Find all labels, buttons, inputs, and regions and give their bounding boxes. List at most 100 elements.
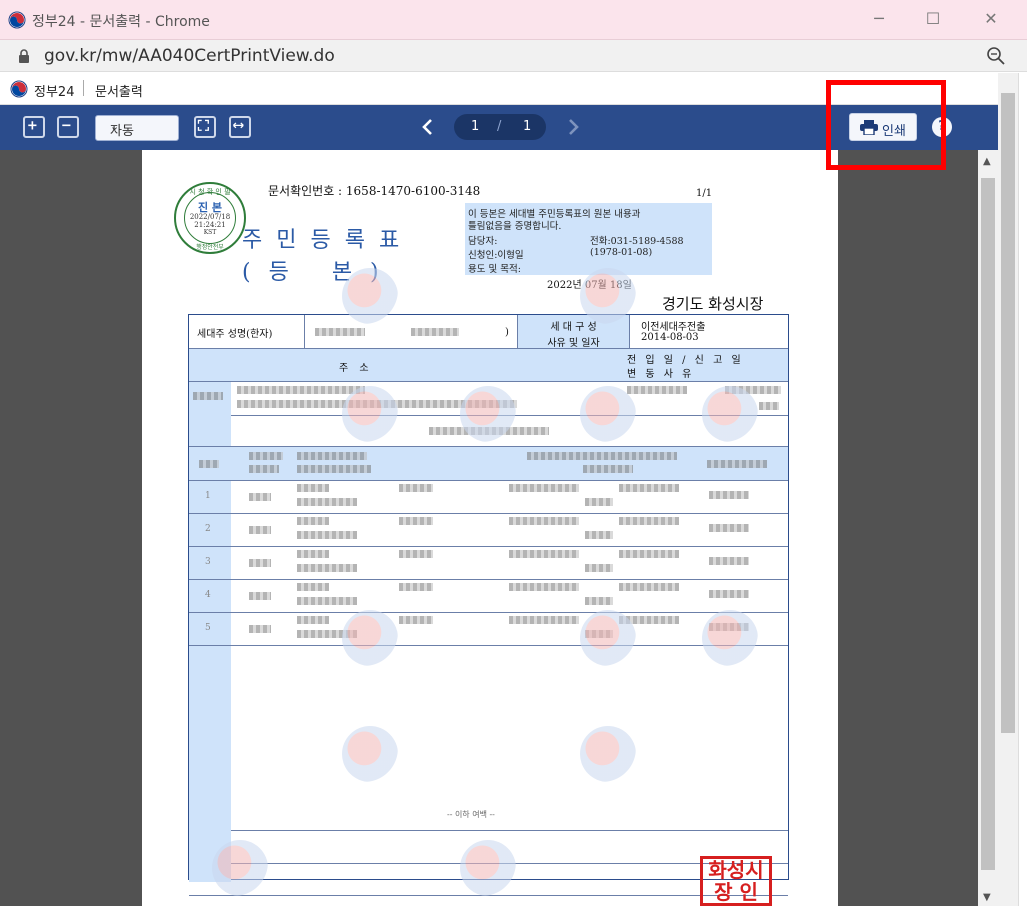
current-page[interactable]: 1	[471, 119, 479, 134]
change-reason-header: 변 동 사 유	[627, 369, 695, 380]
watermark-icon	[342, 726, 398, 782]
stamp-top-text: 시 청 확 인 필	[189, 188, 231, 196]
redacted-text	[399, 583, 433, 591]
contact-label: 담당자:	[468, 236, 498, 247]
watermark-icon	[580, 268, 636, 324]
redacted-text	[709, 590, 749, 598]
member-row-number: 1	[205, 491, 211, 501]
fit-page-icon[interactable]	[194, 116, 216, 138]
composition-date: 2014-08-03	[641, 332, 699, 343]
redacted-text	[619, 484, 679, 492]
browser-title-bar: 정부24 - 문서출력 - Chrome ─ ☐ ✕	[0, 0, 1027, 40]
page-scroll-thumb[interactable]	[1001, 93, 1015, 733]
householder-label: 세대주 성명(한자)	[189, 315, 305, 348]
redacted-text	[509, 484, 579, 492]
close-icon[interactable]: ✕	[980, 8, 1002, 30]
move-in-date-header: 전 입 일 / 신 고 일	[627, 355, 744, 366]
viewer-scroll-thumb[interactable]	[981, 178, 995, 870]
zoom-magnifier-icon[interactable]	[986, 46, 1006, 66]
redacted-text	[297, 550, 329, 558]
redacted-text	[297, 564, 357, 572]
gov24-logo-icon	[10, 80, 28, 98]
redacted-text	[399, 517, 433, 525]
row-divider	[189, 612, 788, 613]
scroll-down-arrow-icon[interactable]: ▼	[983, 892, 991, 903]
previous-page-icon[interactable]	[418, 115, 438, 139]
redacted-text	[249, 526, 271, 534]
row-divider	[189, 579, 788, 580]
member-row-number: 2	[205, 524, 211, 534]
page-count: 1/1	[696, 188, 713, 199]
redacted-text	[399, 484, 433, 492]
member-row-number: 5	[205, 623, 211, 633]
total-pages: 1	[523, 119, 532, 134]
divider	[83, 80, 84, 96]
member-row-number: 3	[205, 557, 211, 567]
address-column-header: 주 소	[339, 363, 373, 374]
end-of-list-marker: -- 이하 여백 --	[447, 810, 495, 819]
watermark-icon	[580, 610, 636, 666]
page-indicator: 1 / 1	[454, 114, 546, 140]
zoom-in-icon[interactable]	[23, 116, 45, 138]
zoom-out-icon[interactable]	[57, 116, 79, 138]
maximize-icon[interactable]: ☐	[922, 8, 944, 30]
redacted-text	[249, 559, 271, 567]
watermark-icon	[342, 268, 398, 324]
redacted-text	[509, 583, 579, 591]
official-seal: 화성시 장 인	[700, 856, 772, 906]
row-divider	[189, 513, 788, 514]
row-divider	[189, 546, 788, 547]
redacted-text	[709, 491, 749, 499]
watermark-icon	[580, 386, 636, 442]
redacted-text	[297, 616, 329, 624]
chevron-down-icon: ⌄	[110, 120, 120, 133]
redacted-text	[249, 592, 271, 600]
redacted-text	[509, 517, 579, 525]
lock-icon	[19, 49, 29, 63]
composition-reason: 이전세대주전출	[641, 322, 706, 333]
row-divider	[189, 645, 788, 646]
redacted-text	[509, 616, 579, 624]
page-separator: /	[497, 119, 502, 134]
stamp-bottom-text: 행정안전부	[196, 244, 224, 251]
viewer-scrollbar[interactable]: ▲ ▼	[978, 150, 998, 906]
address-bar[interactable]: gov.kr/mw/AA040CertPrintView.do	[0, 40, 1027, 72]
background-page-edge	[1018, 73, 1027, 906]
redacted-text	[619, 550, 679, 558]
redacted-text	[509, 550, 579, 558]
redacted-text	[585, 597, 613, 605]
url-text[interactable]: gov.kr/mw/AA040CertPrintView.do	[44, 46, 335, 66]
redacted-text	[297, 583, 329, 591]
stamp-timezone: KST	[203, 229, 217, 236]
redacted-text	[297, 517, 329, 525]
stamp-date: 2022/07/18	[189, 213, 231, 221]
redacted-text	[249, 493, 271, 501]
zoom-select[interactable]: 자동 ⌄	[95, 115, 179, 141]
redacted-text	[297, 597, 357, 605]
redacted-text	[249, 625, 271, 633]
purpose-label: 용도 및 목적:	[468, 264, 521, 275]
page-scrollbar[interactable]	[998, 73, 1018, 906]
redacted-text	[585, 564, 613, 572]
certification-info-box: 이 등본은 세대별 주민등록표의 원본 내용과 틀림없음을 증명합니다. 담당자…	[465, 203, 712, 275]
watermark-icon	[460, 386, 516, 442]
applicant-birth: (1978-01-08)	[590, 247, 653, 258]
redacted-text	[297, 484, 329, 492]
redacted-text	[399, 616, 433, 624]
gov24-logo-icon	[8, 11, 26, 29]
minimize-icon[interactable]: ─	[868, 8, 890, 30]
redacted-text	[585, 498, 613, 506]
watermark-icon	[212, 840, 268, 896]
info-line-2: 틀림없음을 증명합니다.	[468, 221, 562, 232]
fit-width-icon[interactable]	[229, 116, 251, 138]
redacted-text	[297, 498, 357, 506]
window-title: 정부24 - 문서출력 - Chrome	[32, 14, 210, 30]
issuer-name: 경기도 화성시장	[662, 295, 764, 313]
resident-registration-document: 시 청 확 인 필 진 본 2022/07/18 21:24:21 KST 행정…	[142, 150, 838, 906]
next-page-icon[interactable]	[563, 115, 583, 139]
watermark-icon	[580, 726, 636, 782]
scroll-up-arrow-icon[interactable]: ▲	[983, 156, 991, 167]
member-row-number: 4	[205, 590, 211, 600]
watermark-icon	[342, 386, 398, 442]
redacted-text	[619, 583, 679, 591]
